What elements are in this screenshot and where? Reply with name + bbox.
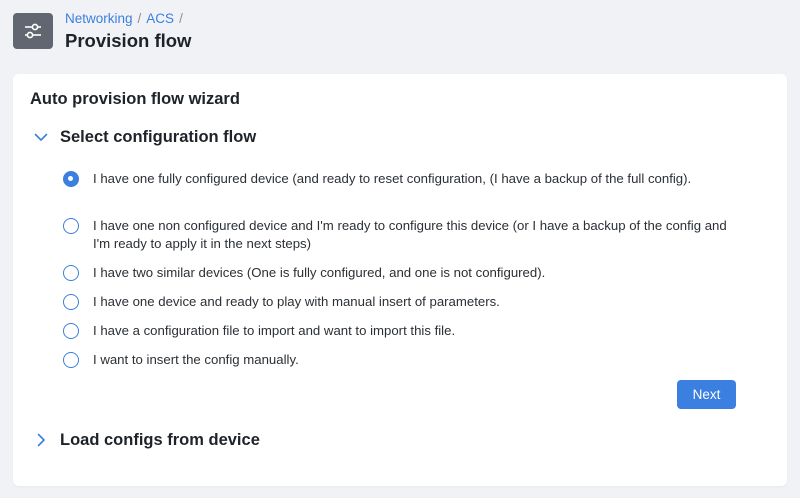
radio-button[interactable]: [63, 323, 79, 339]
breadcrumb-acs[interactable]: ACS: [146, 11, 174, 26]
radio-button[interactable]: [63, 294, 79, 310]
section-load-configs-from-device[interactable]: Load configs from device: [30, 427, 260, 453]
flow-option[interactable]: I want to insert the config manually.: [63, 351, 743, 369]
breadcrumb-networking[interactable]: Networking: [65, 11, 133, 26]
flow-option[interactable]: I have two similar devices (One is fully…: [63, 264, 743, 282]
flow-option[interactable]: I have one device and ready to play with…: [63, 293, 743, 311]
flow-option[interactable]: I have a configuration file to import an…: [63, 322, 743, 340]
wizard-card: Auto provision flow wizard Select config…: [13, 74, 787, 486]
radio-button[interactable]: [63, 171, 79, 187]
chevron-right-icon: [30, 430, 52, 450]
section-select-configuration-flow[interactable]: Select configuration flow: [30, 124, 256, 150]
section-title: Select configuration flow: [60, 127, 257, 146]
flow-option-label: I have a configuration file to import an…: [93, 323, 456, 338]
breadcrumb-separator: /: [137, 11, 142, 26]
sliders-icon: [13, 13, 53, 49]
flow-option-label: I have one non configured device and I'm…: [93, 218, 727, 251]
flow-option-label: I want to insert the config manually.: [93, 352, 299, 367]
breadcrumb: Networking / ACS /: [65, 11, 188, 26]
flow-option-label: I have one fully configured device (and …: [93, 171, 692, 186]
radio-button[interactable]: [63, 218, 79, 234]
flow-option[interactable]: I have one fully configured device (and …: [63, 170, 743, 188]
chevron-down-icon: [30, 127, 52, 147]
next-button[interactable]: Next: [677, 380, 736, 409]
section-title: Load configs from device: [60, 430, 260, 449]
page-title: Provision flow: [65, 30, 192, 51]
wizard-title: Auto provision flow wizard: [30, 90, 240, 108]
flow-option-label: I have two similar devices (One is fully…: [93, 265, 546, 280]
breadcrumb-separator: /: [179, 11, 183, 26]
page-header: Networking / ACS / Provision flow: [0, 0, 800, 62]
radio-button[interactable]: [63, 265, 79, 281]
flow-option-label: I have one device and ready to play with…: [93, 294, 500, 309]
radio-button[interactable]: [63, 352, 79, 368]
flow-option[interactable]: I have one non configured device and I'm…: [63, 217, 743, 253]
